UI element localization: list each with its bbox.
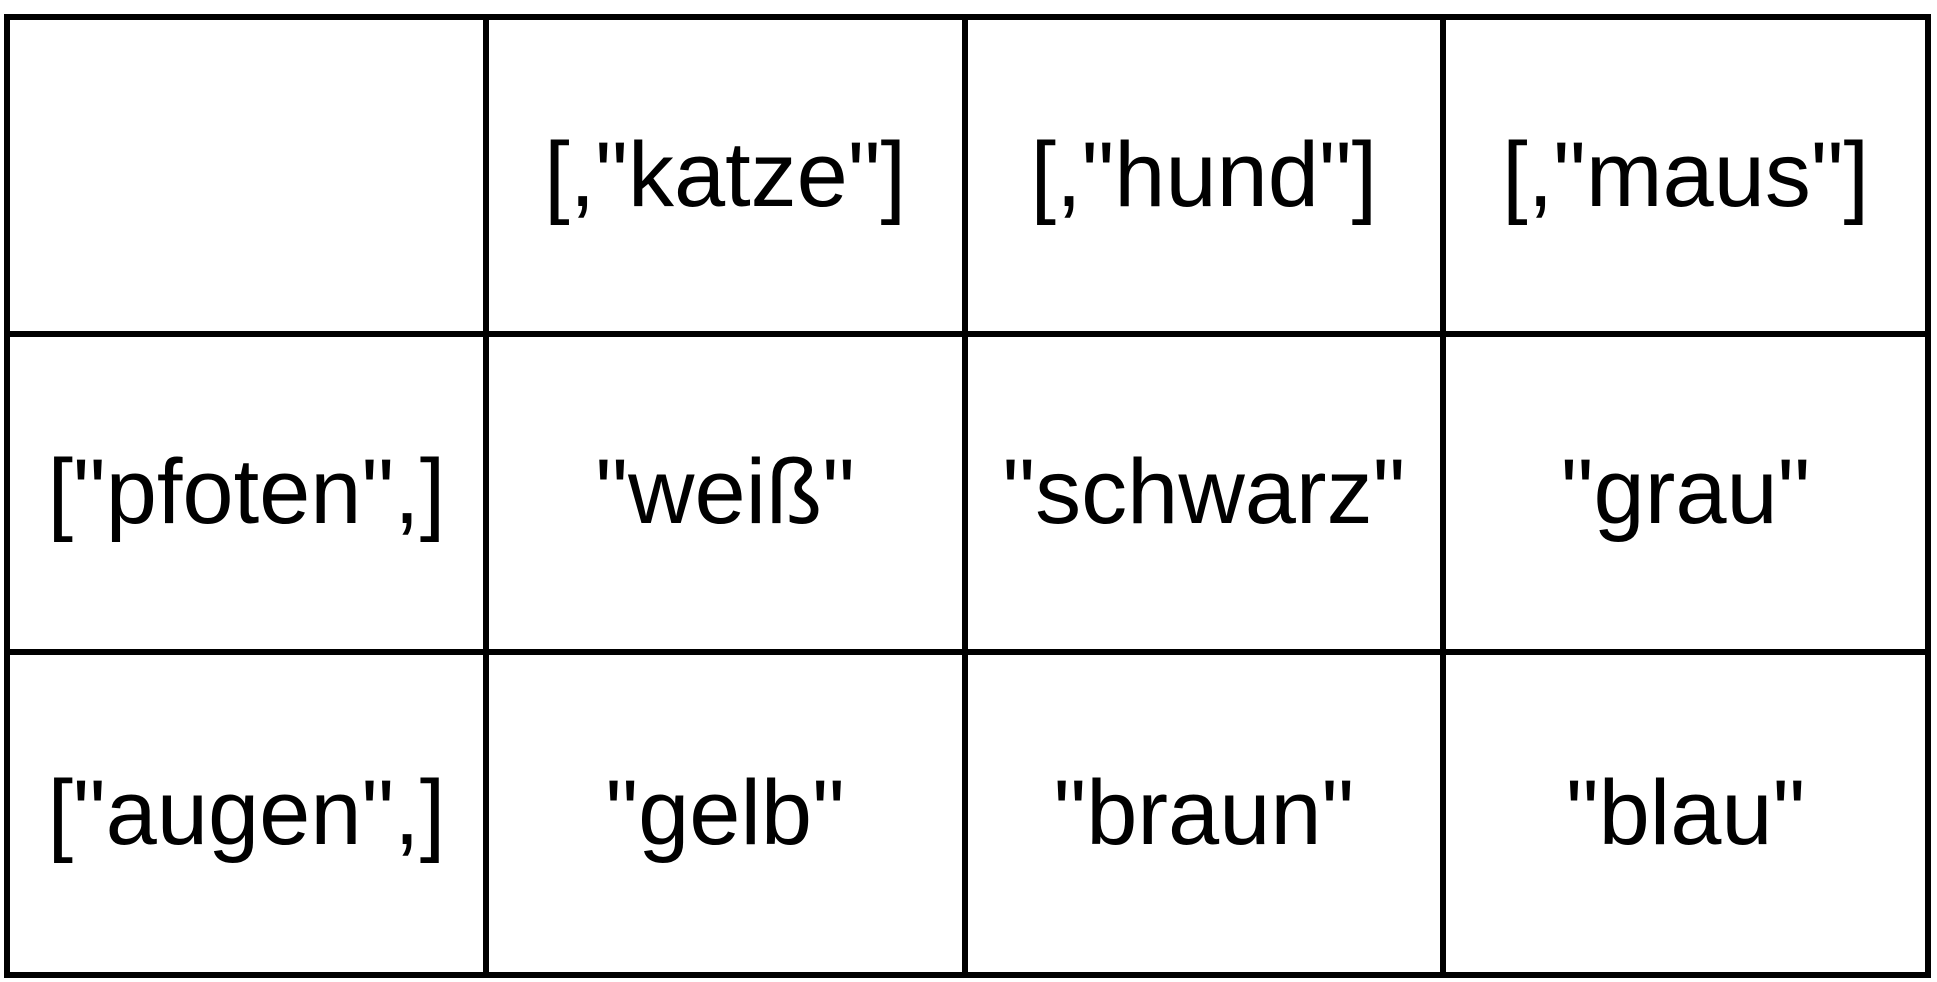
table-cell: "gelb" <box>489 654 968 972</box>
table-cell: "grau" <box>1446 337 1925 655</box>
column-header-katze: [,"katze"] <box>488 20 968 338</box>
table-corner-cell <box>10 20 489 338</box>
lookup-table: [,"katze"] [,"hund"] [,"maus"] ["pfoten"… <box>4 14 1931 978</box>
column-header-hund: [,"hund"] <box>967 20 1447 338</box>
table-cell: "weiß" <box>488 337 968 655</box>
table-cell: "braun" <box>968 654 1447 972</box>
table-cell: "schwarz" <box>967 337 1447 655</box>
table-cell: "blau" <box>1565 761 1806 864</box>
row-header-pfoten: ["pfoten",] <box>10 337 489 655</box>
column-header-maus: [,"maus"] <box>1446 20 1925 338</box>
row-header-augen: ["augen",] <box>10 654 489 972</box>
